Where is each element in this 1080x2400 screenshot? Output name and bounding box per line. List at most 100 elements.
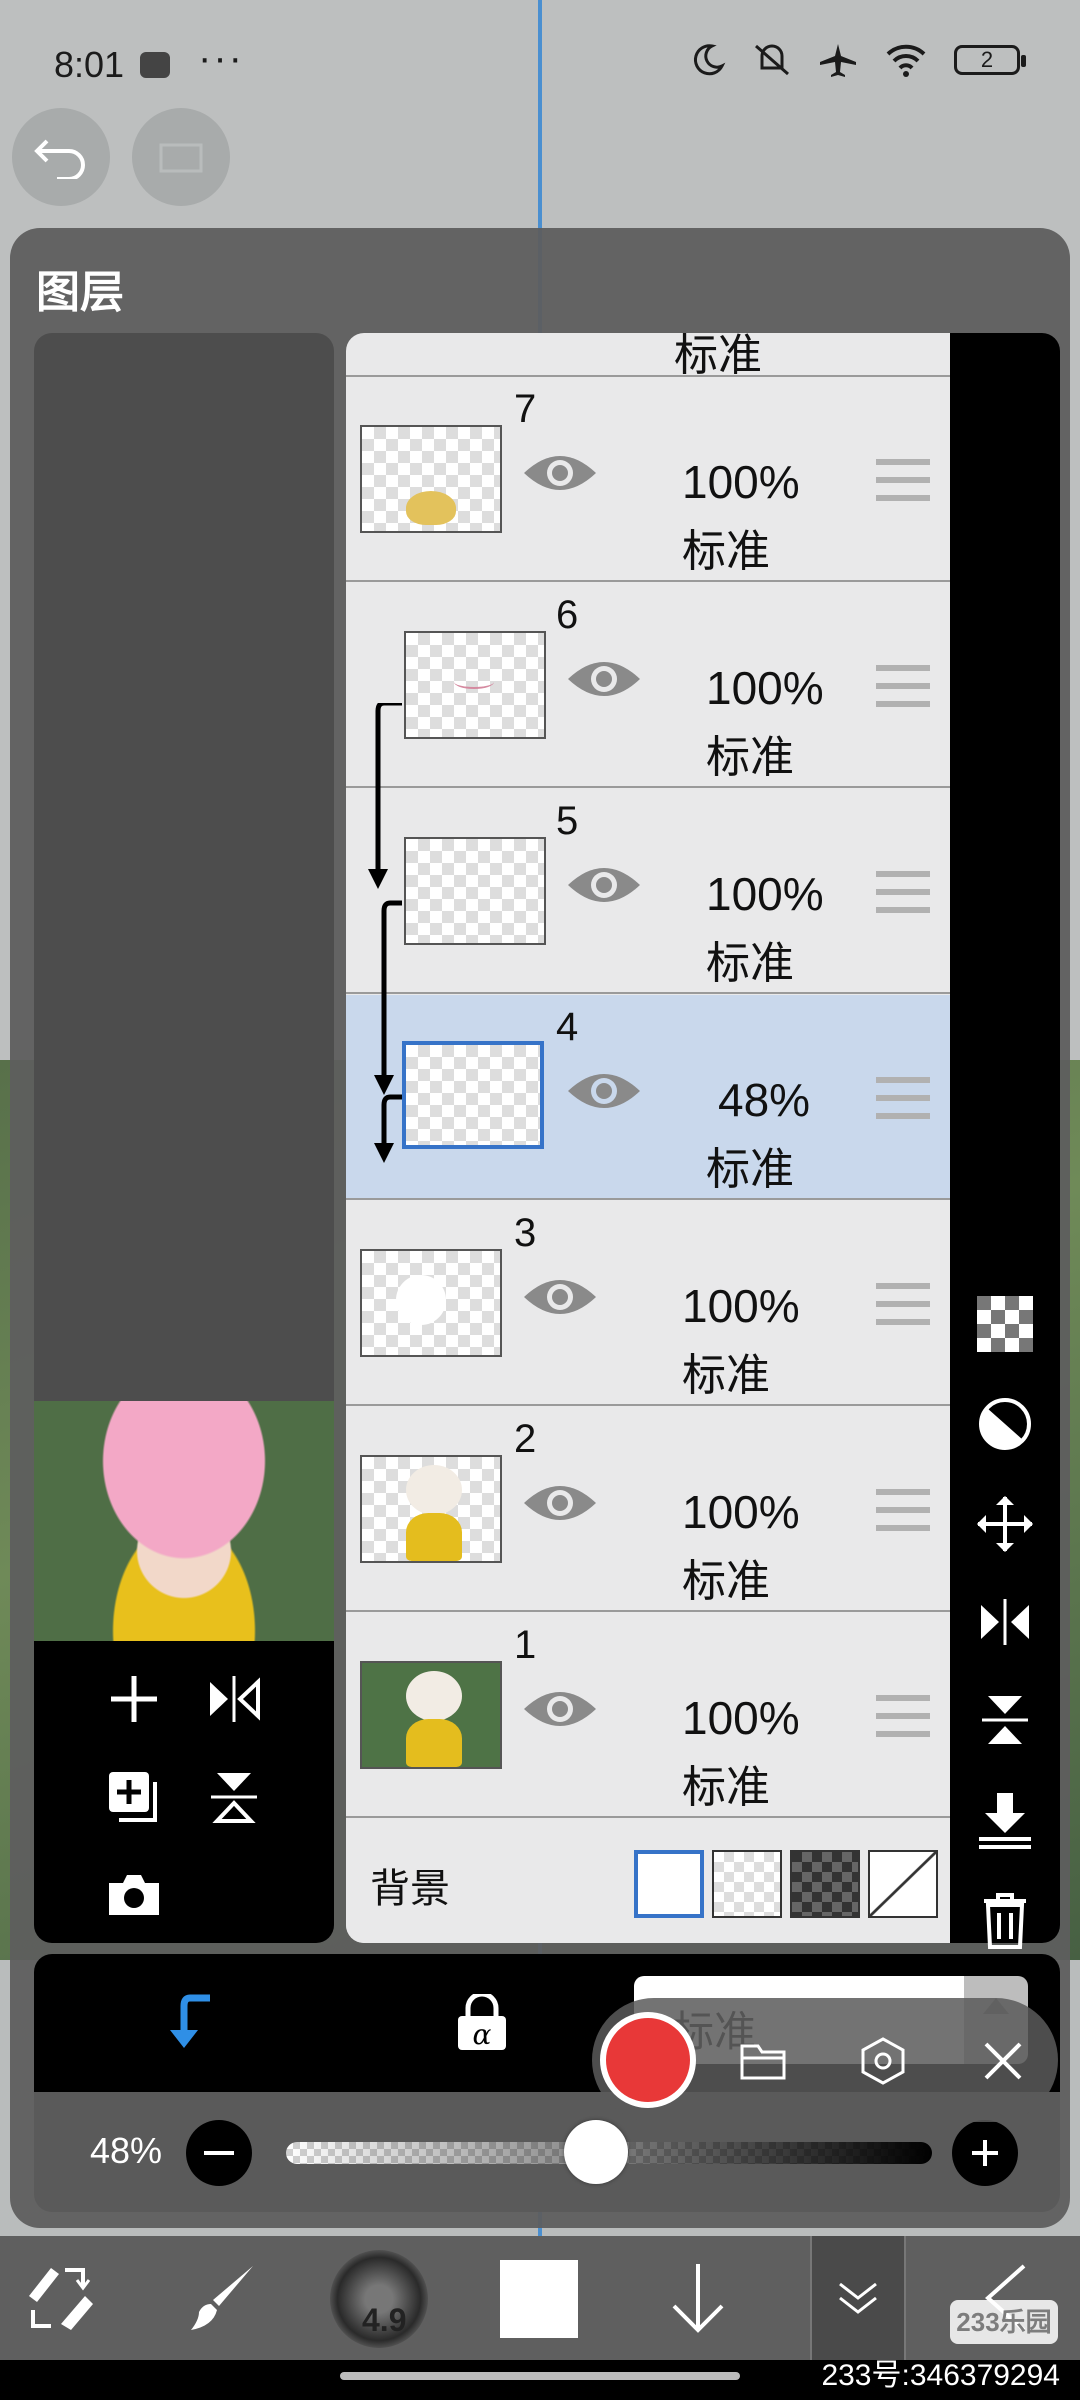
opacity-decrease-button[interactable]: [186, 2120, 252, 2186]
layer-number: 5: [556, 799, 579, 843]
eye-icon[interactable]: [522, 449, 598, 497]
layer-opacity: 48%: [718, 1074, 811, 1126]
layer-thumbnail: [360, 425, 502, 533]
delete-layer-button[interactable]: [974, 1889, 1036, 1951]
move-icon: [977, 1496, 1033, 1552]
layer-thumbnail: [404, 837, 546, 945]
drag-handle-icon[interactable]: [876, 665, 930, 707]
layer-number: 1: [514, 1623, 537, 1667]
opacity-increase-button[interactable]: [952, 2120, 1018, 2186]
brush-tool-button[interactable]: [176, 2246, 266, 2350]
color-picker-button[interactable]: [500, 2260, 578, 2338]
background-white-swatch[interactable]: [634, 1850, 704, 1918]
eye-icon[interactable]: [522, 1479, 598, 1527]
drag-handle-icon[interactable]: [876, 1077, 930, 1119]
brush-size-value: 4.9: [362, 2302, 407, 2338]
trash-icon: [984, 1893, 1026, 1949]
redo-button[interactable]: [132, 108, 230, 206]
layer-blend-mode: 标准: [706, 733, 794, 782]
alpha-lock-icon: α: [458, 1991, 506, 2051]
canvas-preview-thumbnail[interactable]: [34, 1401, 334, 1641]
svg-text:α: α: [473, 2018, 492, 2051]
layer-row-5[interactable]: 5 100% 标准: [346, 789, 950, 994]
background-row: 背景: [346, 1820, 950, 1943]
layer-opacity: 100%: [706, 662, 824, 714]
swap-tools-icon: [29, 2268, 93, 2330]
eye-icon[interactable]: [522, 1273, 598, 1321]
opacity-slider-knob[interactable]: [564, 2120, 629, 2184]
layer-blend-mode: 标准: [706, 939, 794, 988]
layer-thumbnail: [404, 631, 546, 739]
arrow-down-icon: [672, 2264, 724, 2333]
invert-button[interactable]: [974, 1393, 1036, 1455]
camera-button[interactable]: [104, 1865, 164, 1925]
transparency-button[interactable]: [974, 1293, 1036, 1355]
background-none-swatch[interactable]: [868, 1850, 938, 1918]
flip-vertical-button[interactable]: [204, 1767, 264, 1827]
flip-vertical-right-button[interactable]: [974, 1689, 1036, 1751]
airplane-icon: [820, 44, 856, 77]
status-more-dots: ···: [198, 36, 244, 80]
alpha-lock-button[interactable]: α: [454, 1991, 510, 2057]
home-indicator[interactable]: [340, 2372, 740, 2380]
layer-opacity: 100%: [682, 1280, 800, 1332]
eye-icon[interactable]: [566, 861, 642, 909]
drag-handle-icon[interactable]: [876, 459, 930, 501]
wifi-icon: [886, 44, 926, 77]
quick-tools-button[interactable]: [14, 2246, 104, 2350]
plus-icon: [111, 1676, 157, 1722]
layer-opacity: 100%: [682, 456, 800, 508]
background-transparent-swatch[interactable]: [712, 1850, 782, 1918]
undo-icon: [34, 139, 85, 179]
layer-list[interactable]: 标准 7 100% 标准 6 100% 标准 5 100% 标准 4 48% 标…: [346, 333, 950, 1943]
layer-blend-mode: 标准: [682, 1557, 770, 1606]
battery-icon: 2: [954, 45, 1026, 75]
settings-hexagon-icon[interactable]: [858, 2036, 908, 2086]
redo-icon: [159, 143, 203, 173]
flip-horizontal-icon: [981, 1599, 1029, 1645]
status-bar: 8:01 ··· 2: [0, 30, 1080, 100]
screen-recorder-widget: [592, 1998, 1058, 2122]
eye-icon[interactable]: [566, 1067, 642, 1115]
flip-vertical-icon: [211, 1773, 257, 1823]
eye-icon[interactable]: [522, 1685, 598, 1733]
flip-horizontal-icon: [210, 1676, 260, 1722]
layer-thumbnail: [360, 1661, 502, 1769]
layer-row-2[interactable]: 2 100% 标准: [346, 1407, 950, 1612]
close-icon[interactable]: [978, 2036, 1028, 2086]
layer-thumbnail: [360, 1249, 502, 1357]
bottom-toolbar: 4.9: [0, 2236, 1080, 2360]
record-button[interactable]: [600, 2012, 696, 2108]
layer-down-button[interactable]: [658, 2246, 738, 2350]
drag-handle-icon[interactable]: [876, 1695, 930, 1737]
layer-thumbnail-selected: [402, 1041, 544, 1149]
minus-icon: [204, 2151, 234, 2155]
layer-row-4[interactable]: 4 48% 标准: [346, 995, 950, 1200]
clipping-toggle-button[interactable]: [160, 1992, 214, 2057]
watermark-id: 233号:346379294: [821, 2359, 1060, 2392]
layer-number: 6: [556, 593, 579, 637]
layer-row-7[interactable]: 7 100% 标准: [346, 377, 950, 582]
collapse-toolbar-button[interactable]: [810, 2236, 906, 2360]
add-layer-button[interactable]: [104, 1669, 164, 1729]
layer-row-1[interactable]: 1 100% 标准: [346, 1613, 950, 1818]
flip-horizontal-button[interactable]: [204, 1669, 264, 1729]
flip-horizontal-right-button[interactable]: [974, 1591, 1036, 1653]
drag-handle-icon[interactable]: [876, 1489, 930, 1531]
background-label: 背景: [370, 1867, 450, 1911]
eye-icon[interactable]: [566, 655, 642, 703]
layer-blend-mode: 标准: [682, 1351, 770, 1400]
background-dark-swatch[interactable]: [790, 1850, 860, 1918]
layer-blend-mode: 标准: [706, 1145, 794, 1194]
merge-down-button[interactable]: [974, 1789, 1036, 1851]
move-button[interactable]: [974, 1493, 1036, 1555]
status-time: 8:01: [54, 44, 125, 85]
folder-icon[interactable]: [738, 2036, 788, 2086]
duplicate-layer-button[interactable]: [104, 1767, 164, 1827]
layer-row-3[interactable]: 3 100% 标准: [346, 1201, 950, 1406]
undo-button[interactable]: [12, 108, 110, 206]
layer-number: 4: [556, 1005, 579, 1049]
drag-handle-icon[interactable]: [876, 1283, 930, 1325]
drag-handle-icon[interactable]: [876, 871, 930, 913]
layer-row-6[interactable]: 6 100% 标准: [346, 583, 950, 788]
